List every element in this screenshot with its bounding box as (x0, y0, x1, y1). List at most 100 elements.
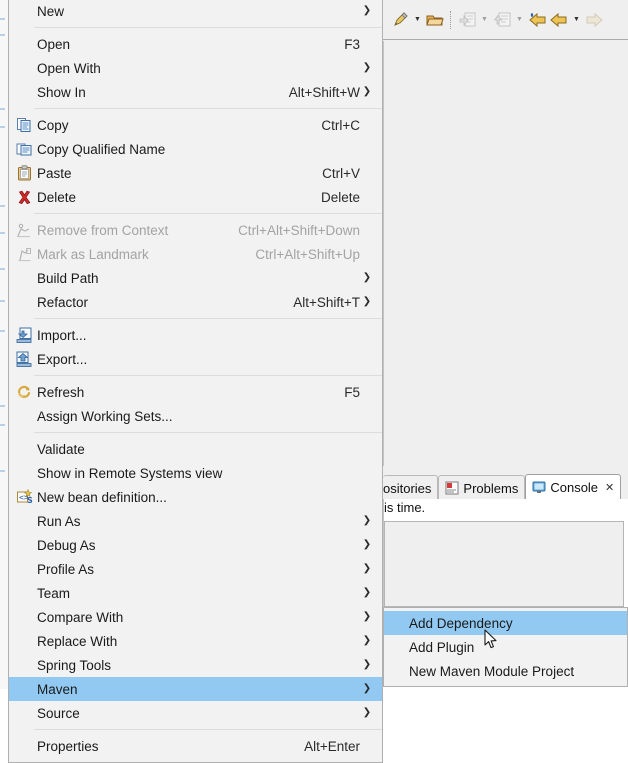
menu-item-open-with[interactable]: Open With ❯ (9, 56, 382, 80)
export-dropdown-arrow-icon: ▼ (516, 16, 523, 23)
menu-separator (34, 108, 382, 109)
menu-item-new-bean-definition[interactable]: <>SNew bean definition...❯ (9, 485, 382, 509)
menu-item-accelerator: Ctrl+Alt+Shift+Up (255, 246, 360, 262)
open-folder-icon[interactable] (424, 9, 446, 31)
console-output-area[interactable] (384, 521, 624, 607)
maven-submenu[interactable]: Add Dependency❯Add Plugin❯New Maven Modu… (383, 607, 628, 687)
menu-item-accelerator: F5 (344, 384, 360, 400)
close-icon[interactable]: ✕ (605, 481, 614, 494)
menu-item-build-path[interactable]: Build Path ❯ (9, 266, 382, 290)
menu-item-copy-qualified-name[interactable]: Copy Qualified Name❯ (9, 137, 382, 161)
workbench-toolbar: ▼ ▼ ▼ ▼ (383, 0, 628, 40)
menu-item-label: Copy Qualified Name (37, 141, 166, 157)
menu-item-assign-working-sets[interactable]: Assign Working Sets...❯ (9, 404, 382, 428)
menu-item-spring-tools[interactable]: Spring Tools ❯ (9, 653, 382, 677)
menu-item-new-maven-module-project[interactable]: New Maven Module Project❯ (384, 659, 627, 683)
run-pencil-icon[interactable] (389, 9, 411, 31)
submenu-chevron-right-icon: ❯ (362, 272, 372, 283)
menu-item-paste[interactable]: PasteCtrl+V❯ (9, 161, 382, 185)
menu-item-source[interactable]: Source ❯ (9, 701, 382, 725)
menu-item-label: Spring Tools (37, 657, 112, 673)
menu-item-refactor[interactable]: Refactor Alt+Shift+T ❯ (9, 290, 382, 314)
tab-problems[interactable]: Problems (438, 475, 526, 500)
menu-item-maven[interactable]: Maven ❯ (9, 677, 382, 701)
menu-item-profile-as[interactable]: Profile As ❯ (9, 557, 382, 581)
menu-item-export[interactable]: Export...❯ (9, 347, 382, 371)
back-dropdown-arrow-icon[interactable]: ▼ (570, 9, 583, 31)
menu-item-icon-placeholder (11, 581, 37, 605)
remove-context-icon (11, 218, 37, 242)
menu-item-label: Replace With (37, 633, 118, 649)
menu-item-import[interactable]: Import...❯ (9, 323, 382, 347)
menu-item-compare-with[interactable]: Compare With ❯ (9, 605, 382, 629)
menu-item-show-in-remote-systems-view[interactable]: Show in Remote Systems view❯ (9, 461, 382, 485)
menu-item-icon-placeholder (11, 734, 37, 758)
menu-item-icon-placeholder (385, 659, 409, 683)
menu-separator (34, 213, 382, 214)
menu-item-new[interactable]: New ❯ (9, 0, 382, 23)
run-dropdown-arrow-icon[interactable]: ▼ (411, 9, 424, 31)
tab-console-label: Console (550, 480, 599, 495)
menu-item-label: New Maven Module Project (409, 663, 575, 679)
menu-item-add-plugin[interactable]: Add Plugin❯ (384, 635, 627, 659)
menu-item-label: Add Plugin (409, 639, 475, 655)
paste-icon (11, 161, 37, 185)
menu-item-label: Paste (37, 165, 72, 181)
import-icon (11, 323, 37, 347)
menu-item-icon-placeholder (11, 557, 37, 581)
submenu-chevron-right-icon: ❯ (362, 611, 372, 622)
menu-item-label: Add Dependency (409, 615, 513, 631)
menu-separator (34, 729, 382, 730)
back-arrow-icon[interactable] (548, 9, 570, 31)
menu-item-icon-placeholder (11, 56, 37, 80)
left-panel-sliver (0, 0, 8, 689)
menu-item-label: New (37, 3, 65, 19)
refresh-icon (11, 380, 37, 404)
menu-item-remove-from-context: Remove from ContextCtrl+Alt+Shift+Down❯ (9, 218, 382, 242)
submenu-chevron-right-icon: ❯ (362, 539, 372, 550)
menu-item-show-in[interactable]: Show In Alt+Shift+W ❯ (9, 80, 382, 104)
menu-item-add-dependency[interactable]: Add Dependency❯ (384, 611, 627, 635)
menu-item-label: Show in Remote Systems view (37, 465, 223, 481)
view-tabs: ositories Problems Console ✕ (383, 472, 622, 500)
menu-item-properties[interactable]: PropertiesAlt+Enter❯ (9, 734, 382, 758)
menu-item-replace-with[interactable]: Replace With ❯ (9, 629, 382, 653)
menu-item-delete[interactable]: DeleteDelete❯ (9, 185, 382, 209)
import-dropdown-arrow-icon: ▼ (481, 16, 488, 23)
context-menu[interactable]: New❯OpenF3❯Open With❯Show InAlt+Shift+W❯… (8, 0, 383, 763)
menu-item-label: Mark as Landmark (37, 246, 149, 262)
submenu-chevron-right-icon: ❯ (362, 587, 372, 598)
menu-item-open[interactable]: OpenF3❯ (9, 32, 382, 56)
menu-item-run-as[interactable]: Run As ❯ (9, 509, 382, 533)
console-icon (532, 481, 546, 494)
menu-item-label: Profile As (37, 561, 95, 577)
back-star-icon[interactable] (526, 9, 548, 31)
menu-item-label: Source (37, 705, 80, 721)
tab-repositories-label: ositories (383, 480, 432, 496)
submenu-chevron-right-icon: ❯ (362, 707, 372, 718)
export-icon (491, 9, 513, 31)
menu-item-label: Export... (37, 351, 88, 367)
export-icon (11, 347, 37, 371)
menu-item-refresh[interactable]: RefreshF5❯ (9, 380, 382, 404)
submenu-chevron-right-icon: ❯ (362, 62, 372, 73)
menu-item-label: Copy (37, 117, 69, 133)
delete-icon (11, 185, 37, 209)
copy-qualified-icon (11, 137, 37, 161)
tab-console[interactable]: Console ✕ (525, 474, 622, 500)
menu-item-copy[interactable]: CopyCtrl+C❯ (9, 113, 382, 137)
menu-item-icon-placeholder (11, 677, 37, 701)
menu-item-label: Open With (37, 60, 101, 76)
tab-problems-label: Problems (463, 480, 519, 496)
menu-item-label: Run As (37, 513, 81, 529)
menu-item-icon-placeholder (11, 290, 37, 314)
menu-item-icon-placeholder (11, 653, 37, 677)
svg-text:S: S (27, 496, 33, 505)
tab-repositories[interactable]: ositories (383, 475, 439, 500)
menu-item-team[interactable]: Team ❯ (9, 581, 382, 605)
menu-item-icon-placeholder (11, 605, 37, 629)
copy-icon (11, 113, 37, 137)
menu-item-debug-as[interactable]: Debug As ❯ (9, 533, 382, 557)
menu-item-validate[interactable]: Validate❯ (9, 437, 382, 461)
menu-item-icon-placeholder (11, 461, 37, 485)
